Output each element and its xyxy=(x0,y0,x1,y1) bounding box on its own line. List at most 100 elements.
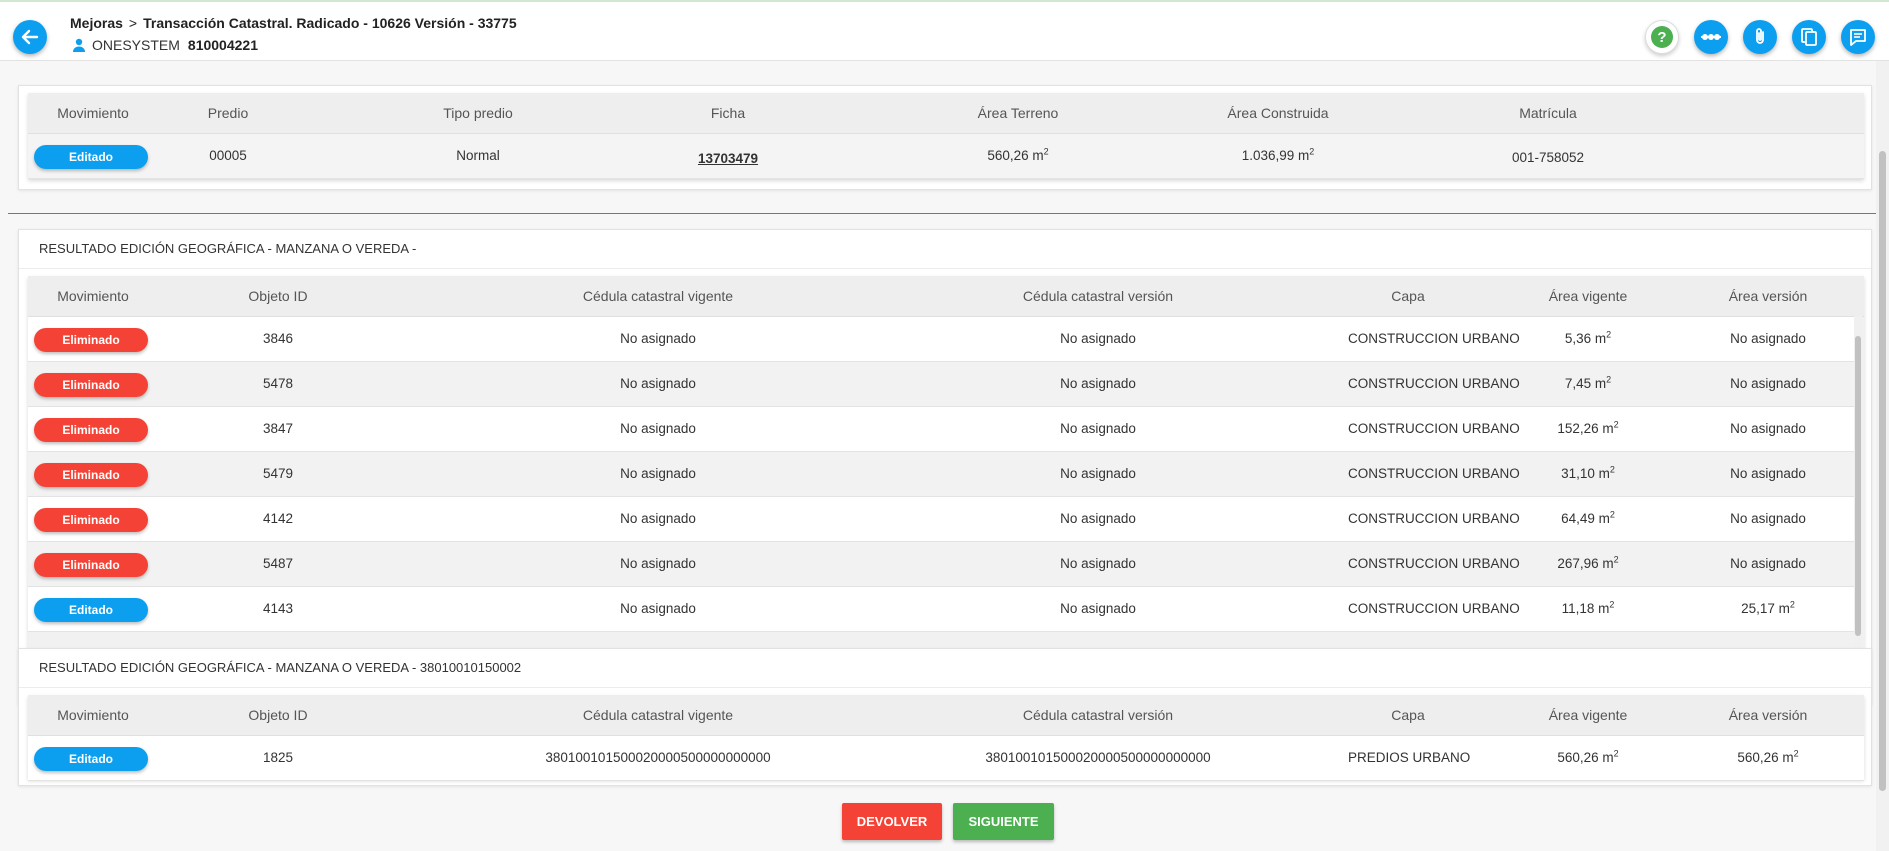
capa-cell: CONSTRUCCION URBANO xyxy=(1348,587,1520,631)
area-version-cell: No asignado xyxy=(1708,497,1828,541)
movement-badge-editado[interactable]: Editado xyxy=(34,747,148,771)
movement-badge-eliminado[interactable]: Eliminado xyxy=(34,463,148,487)
cedula-version-cell: No asignado xyxy=(978,362,1218,406)
movement-badge-eliminado[interactable]: Eliminado xyxy=(34,373,148,397)
back-button[interactable] xyxy=(13,20,47,54)
column-header: Área Construida xyxy=(1227,105,1329,121)
devolver-button[interactable]: DEVOLVER xyxy=(842,803,942,840)
movement-badge-editado[interactable]: Editado xyxy=(34,598,148,622)
siguiente-button[interactable]: SIGUIENTE xyxy=(953,803,1054,840)
predio-table: Movimiento Predio Tipo predio Ficha Área… xyxy=(28,93,1864,179)
objeto-id-value: 1825 xyxy=(262,750,294,765)
movement-badge-eliminado[interactable]: Eliminado xyxy=(34,508,148,532)
column-header: Matrícula xyxy=(1519,105,1577,121)
cedula-version-cell: No asignado xyxy=(978,317,1218,361)
capa-cell: PREDIOS URBANO xyxy=(1348,736,1471,780)
unit-superscript: 2 xyxy=(1609,599,1615,610)
area-vigente-value: 267,96 m xyxy=(1557,556,1614,571)
cedula-version-value: No asignado xyxy=(1060,556,1136,571)
area-version-cell: No asignado xyxy=(1708,542,1828,586)
capa-value: PREDIOS URBANO xyxy=(1348,750,1471,765)
area-vigente-value: 7,45 m xyxy=(1564,376,1607,391)
area-version-cell: No asignado xyxy=(1708,317,1828,361)
cedula-version-value: No asignado xyxy=(1060,601,1136,616)
unit-superscript: 2 xyxy=(1613,419,1619,430)
cedula-vigente-cell: No asignado xyxy=(528,497,788,541)
unit-superscript: 2 xyxy=(1789,599,1795,610)
breadcrumb-current: Transacción Catastral. Radicado - 10626 … xyxy=(143,15,517,31)
movement-badge-editado[interactable]: Editado xyxy=(34,145,148,169)
cedula-version-cell: No asignado xyxy=(978,542,1218,586)
area-vigente-cell: 267,96 m2 xyxy=(1528,542,1648,586)
movement-badge-eliminado[interactable]: Eliminado xyxy=(34,328,148,352)
area-vigente-cell: 7,45 m2 xyxy=(1528,362,1648,406)
capa-value: CONSTRUCCION URBANO xyxy=(1348,601,1520,616)
cedula-version-cell: No asignado xyxy=(978,452,1218,496)
objeto-id-value: 5478 xyxy=(262,376,294,391)
area-version-value: No asignado xyxy=(1730,556,1806,571)
objeto-id-cell: 3847 xyxy=(218,407,338,451)
area-version-value: No asignado xyxy=(1730,376,1806,391)
objeto-id-value: 5487 xyxy=(262,556,294,571)
objeto-id-cell: 3846 xyxy=(218,317,338,361)
header-actions: ? xyxy=(1645,20,1875,54)
unit-superscript: 2 xyxy=(1309,146,1315,157)
cedula-version-value: No asignado xyxy=(1060,376,1136,391)
table-row: Eliminado 4142 No asignado No asignado CONST… xyxy=(28,497,1854,542)
page-scrollbar[interactable] xyxy=(1876,61,1889,851)
area-version-value: 560,26 m xyxy=(1737,750,1794,765)
notes-button[interactable] xyxy=(1841,20,1875,54)
table-row: Eliminado 5479 No asignado No asignado CONST… xyxy=(28,452,1854,497)
column-header: Capa xyxy=(1391,288,1425,304)
breadcrumb-root[interactable]: Mejoras xyxy=(70,15,123,31)
table-row: Eliminado 3847 No asignado No asignado CONST… xyxy=(28,407,1854,452)
section-title: RESULTADO EDICIÓN GEOGRÁFICA - MANZANA O… xyxy=(19,649,1871,688)
capa-cell: CONSTRUCCION URBANO xyxy=(1348,362,1520,406)
unit-superscript: 2 xyxy=(1043,146,1049,157)
objeto-id-cell: 4142 xyxy=(218,497,338,541)
cedula-version-value: No asignado xyxy=(1060,421,1136,436)
objeto-id-cell: 5487 xyxy=(218,542,338,586)
cedula-version-value: No asignado xyxy=(1060,466,1136,481)
capa-cell: CONSTRUCCION URBANO xyxy=(1348,407,1520,451)
ficha-link[interactable]: 13703479 xyxy=(698,151,758,166)
unit-superscript: 2 xyxy=(1609,509,1615,520)
tipo-predio-value: Normal xyxy=(456,148,500,163)
cedula-vigente-cell: No asignado xyxy=(528,452,788,496)
column-header: Área versión xyxy=(1728,288,1808,304)
area-terreno-value: 560,26 m xyxy=(987,148,1044,163)
unit-superscript: 2 xyxy=(1606,374,1612,385)
area-vigente-value: 152,26 m xyxy=(1557,421,1614,436)
copy-document-button[interactable] xyxy=(1792,20,1826,54)
page-scrollbar-thumb[interactable] xyxy=(1879,151,1886,791)
table-scrollbar-thumb[interactable] xyxy=(1855,336,1861,636)
column-header: Predio xyxy=(207,105,249,121)
area-version-value: No asignado xyxy=(1730,511,1806,526)
column-header: Área versión xyxy=(1728,707,1808,723)
area-construida-cell: 1.036,99 m2 xyxy=(1188,134,1368,178)
cedula-vigente-cell: No asignado xyxy=(528,587,788,631)
area-vigente-value: 560,26 m xyxy=(1557,750,1614,765)
section-geo-result-2: RESULTADO EDICIÓN GEOGRÁFICA - MANZANA O… xyxy=(18,648,1872,786)
paperclip-icon xyxy=(1756,28,1764,44)
column-header: Tipo predio xyxy=(443,105,513,121)
movement-badge-eliminado[interactable]: Eliminado xyxy=(34,418,148,442)
movement-badge-eliminado[interactable]: Eliminado xyxy=(34,553,148,577)
area-version-cell: No asignado xyxy=(1708,452,1828,496)
attachments-button[interactable] xyxy=(1743,20,1777,54)
area-vigente-cell: 560,26 m2 xyxy=(1528,736,1648,780)
capa-value: CONSTRUCCION URBANO xyxy=(1348,556,1520,571)
objeto-id-cell: 1825 xyxy=(218,736,338,780)
table-scrollbar[interactable] xyxy=(1854,316,1862,693)
area-construida-value: 1.036,99 m xyxy=(1241,148,1310,163)
area-version-cell: No asignado xyxy=(1708,407,1828,451)
cedula-vigente-cell: No asignado xyxy=(528,542,788,586)
help-button[interactable]: ? xyxy=(1645,20,1679,54)
content-area: Movimiento Predio Tipo predio Ficha Área… xyxy=(0,61,1876,851)
flow-button[interactable] xyxy=(1694,20,1728,54)
table-row: Eliminado 3846 No asignado No asignado CONST… xyxy=(28,317,1854,362)
capa-value: CONSTRUCCION URBANO xyxy=(1348,376,1520,391)
area-version-cell: 25,17 m2 xyxy=(1708,587,1828,631)
section-geo-result-1: RESULTADO EDICIÓN GEOGRÁFICA - MANZANA O… xyxy=(18,229,1872,705)
area-vigente-value: 31,10 m xyxy=(1561,466,1610,481)
